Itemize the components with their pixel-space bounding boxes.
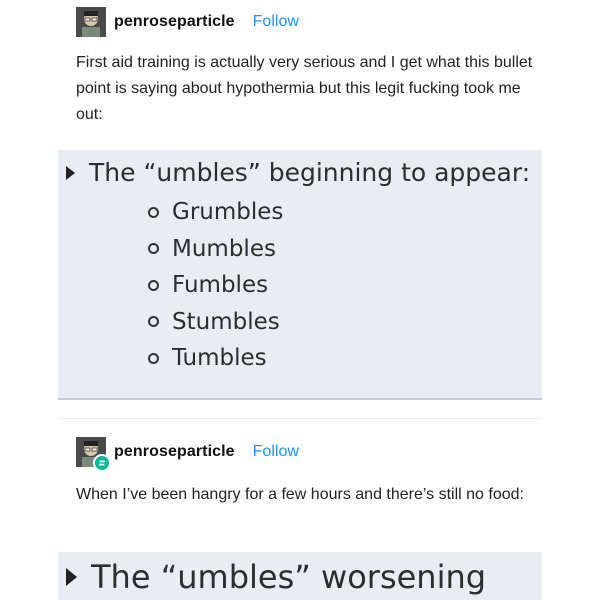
- avatar[interactable]: [76, 7, 106, 37]
- list-item-label: Fumbles: [172, 272, 269, 299]
- post-divider: [58, 418, 542, 419]
- list-item-label: Grumbles: [172, 199, 284, 226]
- username[interactable]: penroseparticle: [114, 443, 235, 461]
- slide-bullet: The “umbles” beginning to appear:: [66, 158, 530, 187]
- list-item-label: Mumbles: [172, 235, 276, 262]
- circle-bullet-icon: [148, 206, 159, 218]
- list-item: Tumbles: [148, 340, 283, 377]
- list-item: Mumbles: [148, 231, 283, 268]
- list-item: Fumbles: [148, 267, 283, 304]
- slide-image: The “umbles” worsening: [58, 552, 542, 600]
- follow-button[interactable]: Follow: [253, 13, 299, 31]
- list-item-label: Tumbles: [172, 345, 267, 372]
- list-item: Grumbles: [148, 194, 283, 231]
- slide-bullet: The “umbles” worsening: [66, 558, 486, 596]
- post-2-header: penroseparticle Follow: [76, 437, 299, 472]
- bullet-triangle-icon: [66, 165, 75, 180]
- list-item-label: Stumbles: [172, 308, 280, 335]
- circle-bullet-icon: [148, 316, 159, 328]
- slide-heading: The “umbles” beginning to appear:: [89, 158, 531, 187]
- circle-bullet-icon: [148, 352, 159, 364]
- avatar-image: [76, 7, 106, 37]
- circle-bullet-icon: [148, 279, 159, 291]
- circle-bullet-icon: [148, 243, 159, 255]
- follow-button[interactable]: Follow: [253, 443, 299, 461]
- reblog-badge-icon: [93, 454, 111, 472]
- sub-bullet-list: Grumbles Mumbles Fumbles Stumbles Tumble…: [148, 194, 283, 377]
- avatar[interactable]: [76, 437, 111, 472]
- list-item: Stumbles: [148, 304, 283, 341]
- username[interactable]: penroseparticle: [114, 13, 235, 31]
- post-1-header: penroseparticle Follow: [76, 7, 299, 37]
- slide-heading: The “umbles” worsening: [91, 558, 487, 596]
- post-body-text: First aid training is actually very seri…: [76, 54, 537, 123]
- slide-image: The “umbles” beginning to appear: Grumbl…: [58, 150, 542, 400]
- post-body-text: When I’ve been hangry for a few hours an…: [76, 486, 524, 503]
- bullet-triangle-icon: [66, 568, 77, 586]
